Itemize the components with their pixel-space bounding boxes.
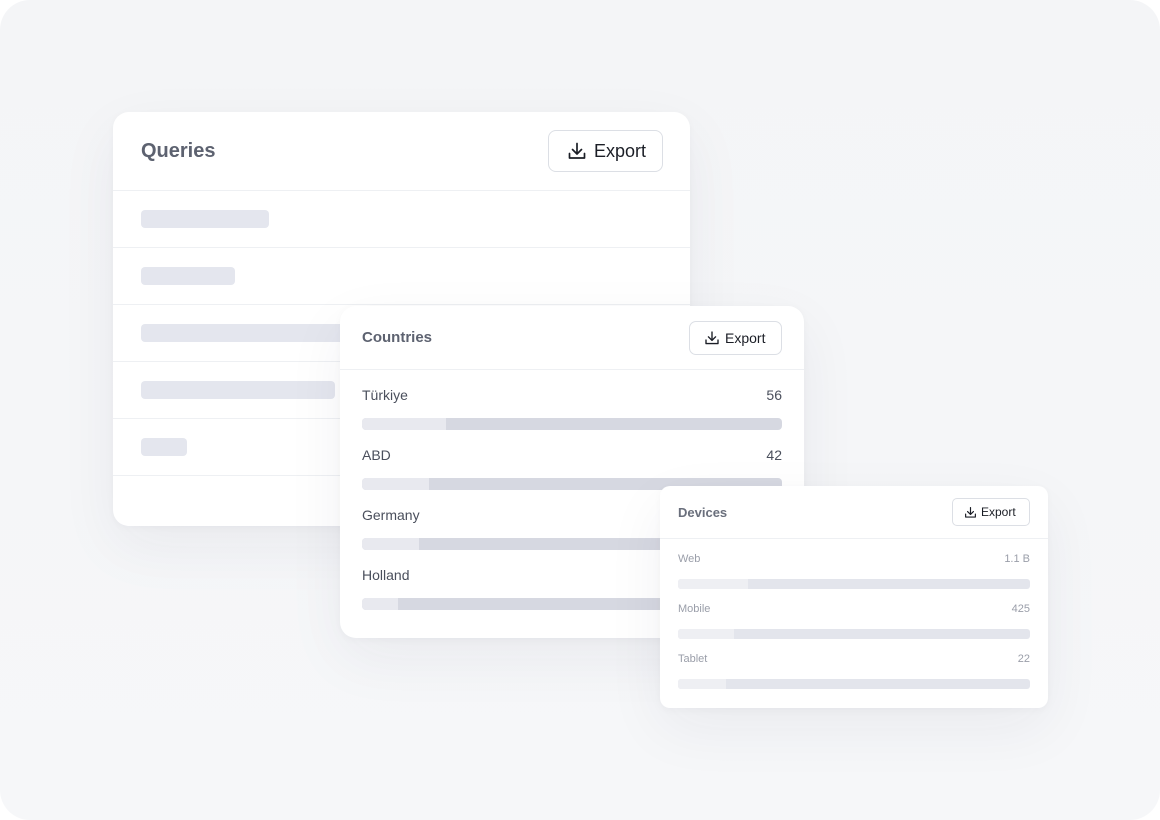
device-bar — [678, 629, 1030, 639]
country-label: Germany — [362, 507, 420, 523]
countries-card-header: Countries Export — [340, 306, 804, 370]
country-value: 42 — [766, 447, 782, 463]
device-label: Tablet — [678, 653, 708, 665]
device-value: 425 — [1011, 603, 1030, 615]
skeleton-placeholder — [141, 438, 187, 456]
countries-export-label: Export — [725, 329, 766, 346]
devices-export-button[interactable]: Export — [952, 498, 1030, 526]
country-label: Holland — [362, 567, 410, 583]
skeleton-placeholder — [141, 324, 371, 342]
device-bar-fill — [678, 629, 735, 639]
queries-row — [113, 191, 690, 248]
device-value: 1.1 B — [1004, 553, 1030, 565]
device-bar — [678, 579, 1030, 589]
country-item: Türkiye 56 — [340, 370, 804, 430]
country-item: ABD 42 — [340, 430, 804, 490]
country-bar — [362, 418, 782, 430]
device-item: Web 1.1 B — [660, 539, 1048, 589]
device-value: 22 — [1017, 653, 1030, 665]
skeleton-placeholder — [141, 267, 235, 285]
country-value: 56 — [766, 387, 782, 403]
device-bar-fill — [678, 679, 726, 689]
device-item: Tablet 22 — [660, 639, 1048, 689]
download-icon — [568, 142, 586, 159]
countries-title: Countries — [362, 329, 433, 346]
country-bar-fill — [362, 418, 446, 430]
country-label: ABD — [362, 447, 391, 463]
device-bar-fill — [678, 579, 749, 589]
country-bar-fill — [362, 598, 398, 610]
country-bar-fill — [362, 538, 419, 550]
queries-export-label: Export — [594, 140, 647, 161]
queries-title: Queries — [141, 139, 216, 162]
devices-card: Devices Export Web 1.1 B Mobile 425 Tabl… — [660, 486, 1048, 708]
queries-row — [113, 248, 690, 305]
devices-export-label: Export — [981, 505, 1016, 519]
device-bar — [678, 679, 1030, 689]
skeleton-placeholder — [141, 210, 269, 228]
devices-title: Devices — [678, 504, 728, 520]
devices-card-header: Devices Export — [660, 486, 1048, 539]
device-label: Mobile — [678, 603, 711, 615]
device-item: Mobile 425 — [660, 589, 1048, 639]
country-bar-fill — [362, 478, 430, 490]
device-label: Web — [678, 553, 701, 565]
devices-list: Web 1.1 B Mobile 425 Tablet 22 — [660, 539, 1048, 689]
queries-card-header: Queries Export — [113, 112, 690, 191]
countries-export-button[interactable]: Export — [689, 320, 782, 355]
skeleton-placeholder — [141, 381, 335, 399]
queries-export-button[interactable]: Export — [548, 130, 663, 172]
download-icon — [965, 506, 976, 518]
canvas: Queries Export Countries Export Türkiye … — [0, 0, 1160, 820]
download-icon — [705, 330, 719, 344]
country-label: Türkiye — [362, 387, 408, 403]
